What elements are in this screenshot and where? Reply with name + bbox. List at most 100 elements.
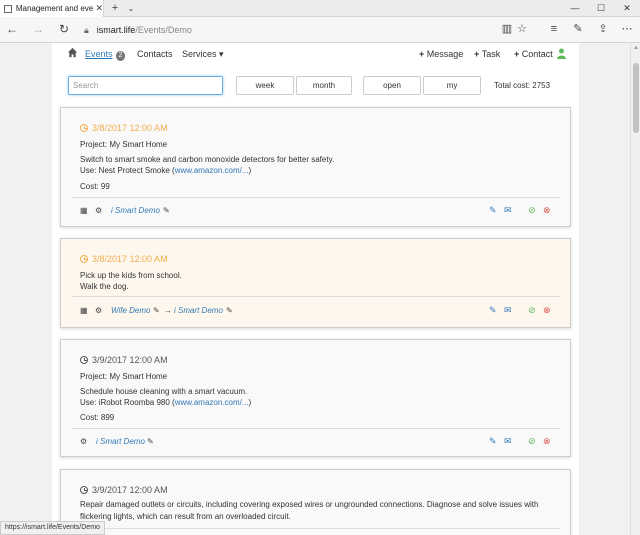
address-bar: ← → ↻ 🔒︎ ismart.life/Events/Demo ▥ ☆ ≡ ✎…	[0, 17, 640, 43]
nav-events[interactable]: Events 2	[85, 49, 126, 61]
new-task-button[interactable]: + Task	[474, 49, 500, 59]
search-box	[68, 76, 223, 95]
event-cost: Cost: 99	[80, 182, 110, 191]
plus-icon: +	[514, 49, 522, 59]
to-contact-link[interactable]: i Smart Demo	[174, 306, 223, 315]
nav-events-label: Events	[85, 49, 113, 59]
nav-contacts[interactable]: Contacts	[137, 49, 173, 59]
total-cost-label: Total cost:	[494, 81, 531, 90]
calendar-icon[interactable]: ▦	[80, 206, 88, 215]
scrollbar-thumb[interactable]	[633, 63, 639, 133]
edit-assignee-icon[interactable]: ✎	[147, 437, 154, 446]
my-filter-button[interactable]: my	[423, 76, 481, 95]
event-card: 3/9/2017 12:00 AM Project: My Smart Home…	[60, 339, 571, 457]
cancel-icon[interactable]: ⊗	[543, 436, 551, 447]
card-divider	[72, 428, 560, 429]
event-cost: Cost: 899	[80, 413, 115, 422]
notes-icon[interactable]: ✎	[567, 17, 589, 43]
new-contact-button[interactable]: + Contact	[514, 49, 553, 59]
services-gears-icon[interactable]: ⚙	[95, 306, 102, 315]
favorite-star-icon[interactable]: ☆	[511, 17, 533, 43]
event-use-suffix: )	[248, 166, 252, 175]
clock-icon	[80, 356, 88, 364]
new-message-button[interactable]: + Message	[419, 49, 463, 59]
event-use-prefix: Use: iRobot Roomba 980 (	[80, 398, 175, 407]
scroll-up-arrow-icon[interactable]: ▲	[631, 45, 640, 51]
open-filter-button[interactable]: open	[363, 76, 421, 95]
week-filter-button[interactable]: week	[236, 76, 294, 95]
search-input[interactable]	[73, 81, 203, 90]
user-profile-icon[interactable]	[557, 48, 566, 59]
page-container: Events 2 Contacts Services ▾ + Message + …	[52, 43, 579, 535]
services-gears-icon[interactable]: ⚙	[80, 437, 87, 446]
total-cost-value: 2753	[532, 81, 551, 90]
month-filter-button[interactable]: month	[296, 76, 352, 95]
event-datetime-text: 3/9/2017 12:00 AM	[92, 355, 168, 365]
browser-tab-bar: Management and event ✕ + ⌄ — ☐ ✕	[0, 0, 640, 17]
event-datetime: 3/9/2017 12:00 AM	[80, 485, 168, 495]
back-arrow-icon[interactable]: ←	[2, 17, 22, 43]
clock-icon	[80, 124, 88, 132]
edit-from-icon[interactable]: ✎	[153, 306, 160, 315]
event-use-prefix: Use: Nest Protect Smoke (	[80, 166, 175, 175]
close-window-icon[interactable]: ✕	[614, 0, 640, 17]
forward-arrow-icon[interactable]: →	[28, 17, 48, 43]
complete-icon[interactable]: ⊘	[528, 205, 536, 216]
page-viewport: Events 2 Contacts Services ▾ + Message + …	[0, 43, 630, 535]
cancel-icon[interactable]: ⊗	[543, 205, 551, 216]
event-description: Schedule house cleaning with a smart vac…	[80, 387, 248, 396]
event-use-suffix: )	[248, 398, 252, 407]
browser-tab[interactable]: Management and event ✕	[0, 0, 104, 17]
nav-services-dropdown[interactable]: Services ▾	[182, 49, 224, 60]
card-divider	[72, 197, 560, 198]
new-tab-icon[interactable]: +	[108, 0, 122, 17]
page-favicon-icon	[4, 4, 12, 13]
product-link[interactable]: www.amazon.com/...	[175, 398, 249, 407]
calendar-icon[interactable]: ▦	[80, 306, 88, 315]
event-description: Switch to smart smoke and carbon monoxid…	[80, 155, 335, 164]
email-icon[interactable]: ✉	[504, 205, 512, 216]
share-icon[interactable]: ⇪	[592, 17, 614, 43]
plus-icon: +	[474, 49, 482, 59]
event-card: 3/9/2017 12:00 AM Repair damaged outlets…	[60, 469, 571, 535]
maximize-icon[interactable]: ☐	[588, 0, 614, 17]
email-icon[interactable]: ✉	[504, 436, 512, 447]
tab-list-chevron-icon[interactable]: ⌄	[124, 0, 138, 17]
arrow-right-icon: →	[164, 306, 172, 315]
event-datetime: 3/8/2017 12:00 AM	[80, 254, 168, 264]
cancel-icon[interactable]: ⊗	[543, 305, 551, 316]
lock-icon: 🔒︎	[84, 24, 89, 35]
from-contact-link[interactable]: Wife Demo	[111, 306, 151, 315]
edit-to-icon[interactable]: ✎	[226, 306, 233, 315]
total-cost: Total cost: 2753	[494, 81, 550, 90]
page-scrollbar[interactable]: ▲	[630, 43, 640, 535]
assignee-link[interactable]: i Smart Demo	[96, 437, 145, 446]
tab-close-icon[interactable]: ✕	[95, 3, 103, 14]
refresh-icon[interactable]: ↻	[54, 17, 74, 43]
product-link[interactable]: www.amazon.com/...	[175, 166, 249, 175]
tab-title: Management and event	[15, 4, 94, 13]
edit-event-icon[interactable]: ✎	[489, 436, 497, 447]
edit-assignee-icon[interactable]: ✎	[163, 206, 170, 215]
events-toolbar: week month open my Total cost: 2753	[52, 76, 579, 96]
minimize-icon[interactable]: —	[562, 0, 588, 17]
home-icon[interactable]	[67, 47, 78, 58]
event-card: 3/8/2017 12:00 AM Project: My Smart Home…	[60, 107, 571, 227]
event-datetime: 3/9/2017 12:00 AM	[80, 355, 168, 365]
new-contact-label: Contact	[521, 49, 553, 59]
event-datetime-text: 3/9/2017 12:00 AM	[92, 485, 168, 495]
event-datetime-text: 3/8/2017 12:00 AM	[92, 123, 168, 133]
hub-icon[interactable]: ≡	[543, 17, 565, 43]
url-field[interactable]: 🔒︎ ismart.life/Events/Demo	[84, 20, 494, 40]
event-task-line: Pick up the kids from school.	[80, 271, 182, 280]
edit-event-icon[interactable]: ✎	[489, 305, 497, 316]
more-menu-icon[interactable]: ⋯	[616, 17, 638, 43]
assignee-link[interactable]: i Smart Demo	[111, 206, 160, 215]
complete-icon[interactable]: ⊘	[528, 436, 536, 447]
complete-icon[interactable]: ⊘	[528, 305, 536, 316]
email-icon[interactable]: ✉	[504, 305, 512, 316]
card-divider	[72, 528, 560, 529]
event-project: Project: My Smart Home	[80, 372, 168, 381]
services-gears-icon[interactable]: ⚙	[95, 206, 102, 215]
edit-event-icon[interactable]: ✎	[489, 205, 497, 216]
